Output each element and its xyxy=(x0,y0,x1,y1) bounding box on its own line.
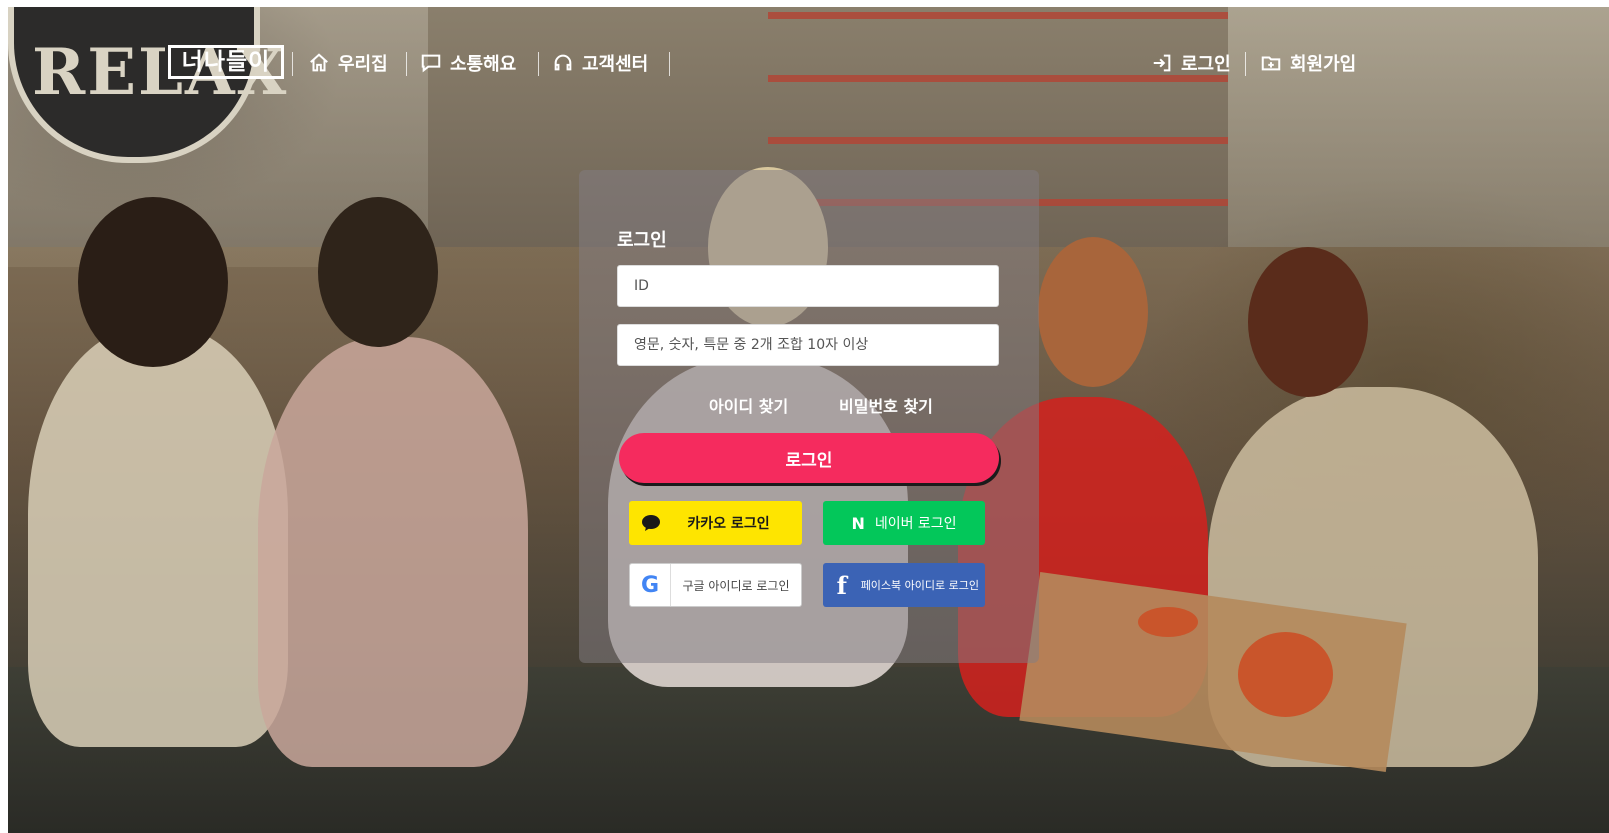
login-submit-button[interactable]: 로그인 xyxy=(619,433,999,483)
nav-item-label: 소통해요 xyxy=(450,54,517,75)
nav-item-customer-center[interactable]: 고객센터 xyxy=(552,49,648,77)
kakao-login-label: 카카오 로그인 xyxy=(687,516,770,532)
person-head xyxy=(78,197,228,367)
pizza-slice xyxy=(1138,607,1198,637)
pizza-slice xyxy=(1238,632,1333,717)
folder-plus-icon xyxy=(1261,56,1281,71)
google-login-label: 구글 아이디로 로그인 xyxy=(682,578,790,593)
home-icon xyxy=(310,53,328,72)
password-input[interactable] xyxy=(617,324,999,366)
top-navigation-bar: 너나들이 우리집 소통해요 고객센터 로그인 회원가입 xyxy=(8,7,1609,127)
site-logo[interactable]: 너나들이 xyxy=(168,45,284,79)
facebook-login-button[interactable]: f 페이스북 아이디로 로그인 xyxy=(823,563,985,607)
login-panel: 로그인 아이디 찾기 비밀번호 찾기 로그인 카카오 로그인 N 네이버 로그인… xyxy=(579,170,1039,663)
naver-login-button[interactable]: N 네이버 로그인 xyxy=(823,501,985,545)
header-signup-label: 회원가입 xyxy=(1290,54,1357,75)
naver-n-icon: N xyxy=(851,513,865,533)
nav-divider xyxy=(1245,52,1246,76)
kakao-speech-bubble-icon xyxy=(629,514,673,532)
nav-item-label: 고객센터 xyxy=(582,54,649,75)
headset-icon xyxy=(554,54,572,71)
person-head xyxy=(1248,247,1368,397)
google-g-icon: G xyxy=(630,564,671,606)
person-figure xyxy=(258,337,528,767)
nav-item-community[interactable]: 소통해요 xyxy=(420,49,516,77)
find-id-link[interactable]: 아이디 찾기 xyxy=(709,393,788,417)
shoe-shelf xyxy=(768,137,1228,144)
nav-divider xyxy=(538,52,539,76)
nav-item-label: 우리집 xyxy=(338,54,388,75)
nav-item-home[interactable]: 우리집 xyxy=(308,49,388,77)
facebook-login-label: 페이스북 아이디로 로그인 xyxy=(860,579,979,592)
nav-divider xyxy=(292,52,293,76)
google-login-button[interactable]: G 구글 아이디로 로그인 xyxy=(629,563,802,607)
background-photo: RELAX 너나들이 우리집 소통해요 고객센터 로그인 회원가입 로그인 ID… xyxy=(8,7,1609,833)
header-login-link[interactable]: 로그인 xyxy=(1151,49,1231,77)
chat-bubble-icon xyxy=(421,54,441,73)
header-login-label: 로그인 xyxy=(1181,54,1231,75)
nav-divider xyxy=(669,52,670,76)
sign-in-icon xyxy=(1153,54,1171,72)
id-input[interactable] xyxy=(617,265,999,307)
person-figure xyxy=(28,327,288,747)
person-head xyxy=(318,197,438,347)
find-password-link[interactable]: 비밀번호 찾기 xyxy=(839,393,933,417)
naver-login-label: 네이버 로그인 xyxy=(874,516,957,532)
login-title: 로그인 xyxy=(617,230,667,251)
kakao-login-button[interactable]: 카카오 로그인 xyxy=(629,501,802,545)
person-head xyxy=(1038,237,1148,387)
header-signup-link[interactable]: 회원가입 xyxy=(1260,49,1356,77)
nav-divider xyxy=(406,52,407,76)
facebook-f-icon: f xyxy=(836,570,847,600)
